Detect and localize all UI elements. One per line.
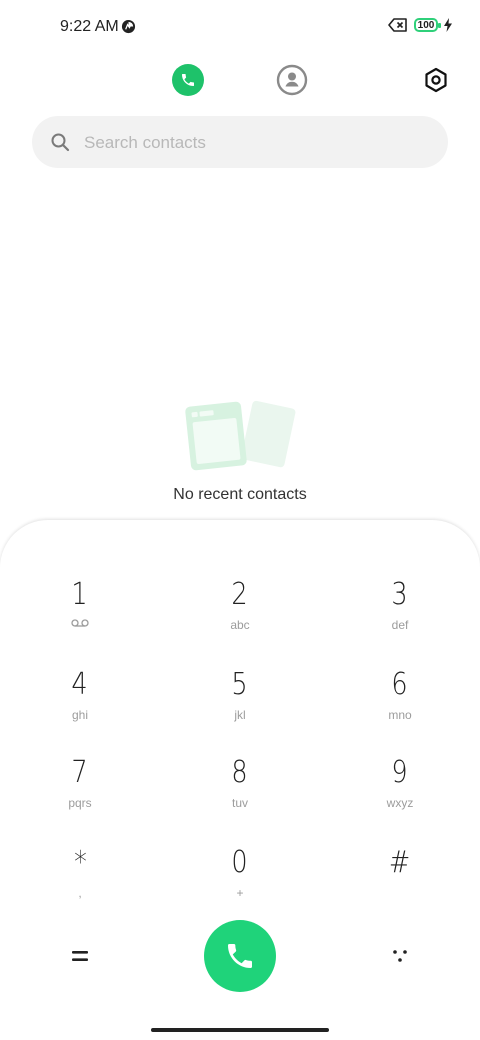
data-saver-icon [121,19,136,34]
key-digit: 1 [71,577,89,612]
tab-contacts[interactable] [276,64,308,96]
search-icon [51,133,70,152]
dialpad-key-7[interactable]: 7 pqrs [20,756,140,826]
dialpad-key-9[interactable]: 9 wxyz [340,756,460,826]
key-letters: jkl [234,708,246,722]
key-digit: 5 [231,667,249,702]
key-digit: 3 [391,577,409,612]
dialpad-key-4[interactable]: 4 ghi [20,668,140,738]
status-time: 9:22 AM [60,18,119,35]
key-letters: mno [388,708,412,722]
charging-bolt-icon [444,18,452,32]
empty-state-text: No recent contacts [173,486,307,503]
dialpad-key-hash[interactable]: # [340,846,460,916]
phone-icon [182,74,194,86]
key-digit: 4 [71,667,89,702]
key-letters: wxyz [386,796,414,810]
settings-button[interactable] [422,66,450,94]
key-letters: ghi [71,708,88,722]
more-options-button[interactable] [382,938,418,974]
search-input[interactable] [82,126,426,160]
key-letters: + [236,886,244,900]
collapse-dialpad-button[interactable] [62,938,98,974]
status-icons: 100 [388,18,452,32]
dialpad-key-1[interactable]: 1 [20,578,140,648]
dialpad-key-8[interactable]: 8 tuv [180,756,300,826]
key-digit: 7 [71,755,89,790]
empty-recents-illustration [185,400,296,471]
key-digit: * [73,845,87,880]
status-bar: 9:22 AM 100 [0,0,480,56]
key-letters: , [78,886,82,900]
tab-recents[interactable] [172,64,204,96]
dialpad-key-0[interactable]: 0 + [180,846,300,916]
dialpad-key-2[interactable]: 2 abc [180,578,300,648]
equals-icon [72,951,88,961]
voicemail-icon [71,619,89,627]
home-indicator[interactable] [151,1028,329,1032]
call-button[interactable] [204,920,276,992]
key-digit: 8 [231,755,249,790]
key-digit: 9 [391,755,409,790]
no-sim-icon [388,18,407,32]
key-letters: abc [230,618,250,632]
key-letters: pqrs [68,796,92,810]
dialpad-key-star[interactable]: * , [20,846,140,916]
key-letters: def [391,618,409,632]
top-tab-bar [0,60,480,100]
key-letters: tuv [231,796,248,810]
battery-level: 100 [417,19,435,31]
battery-icon: 100 [414,18,441,32]
dialpad-key-3[interactable]: 3 def [340,578,460,648]
settings-hex-icon [425,67,447,93]
phone-icon [228,944,252,968]
person-icon [276,64,308,96]
three-dots-icon [393,950,407,962]
key-digit: 6 [391,667,409,702]
key-digit: 0 [231,845,249,880]
key-digit: 2 [231,577,249,612]
key-digit: # [389,845,411,880]
dialpad-key-5[interactable]: 5 jkl [180,668,300,738]
dialpad-key-6[interactable]: 6 mno [340,668,460,738]
